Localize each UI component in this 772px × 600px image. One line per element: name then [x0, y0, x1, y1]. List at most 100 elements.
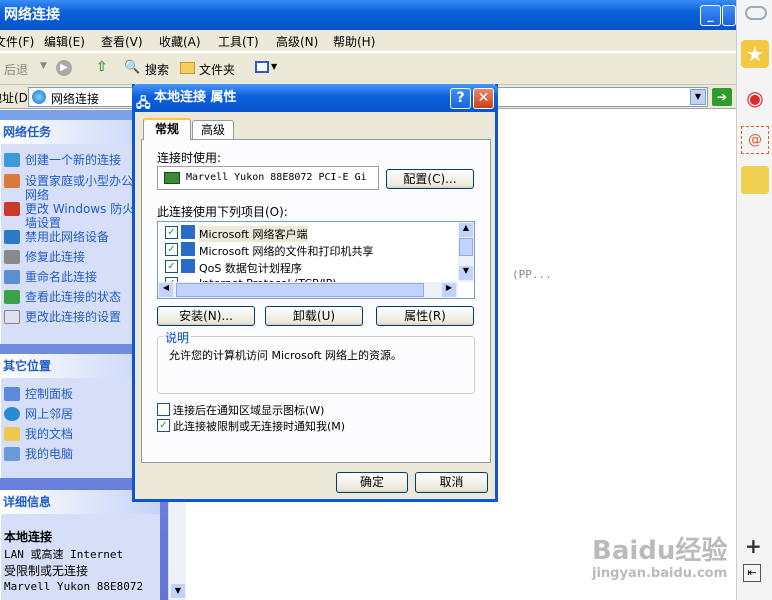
item-qos[interactable]: QoS 数据包计划程序 [199, 260, 302, 276]
go-arrow-icon[interactable]: ➔ [712, 88, 732, 106]
cloud-icon[interactable] [745, 6, 767, 20]
menu-bar: 文件(F) 编辑(E) 查看(V) 收藏(A) 工具(T) 高级(N) 帮助(H… [0, 30, 736, 52]
details-adapter: Marvell Yukon 88E8072 [4, 580, 144, 593]
task-change-settings[interactable]: 更改此连接的设置 [4, 310, 135, 324]
window-title: 网络连接 [4, 7, 60, 23]
task-view-status[interactable]: 查看此连接的状态 [4, 290, 135, 304]
show-icon-checkbox[interactable] [157, 403, 170, 416]
favorites-star-icon[interactable]: ★ [741, 40, 769, 68]
search-icon[interactable]: 🔍 [124, 60, 140, 75]
place-control-panel[interactable]: 控制面板 [4, 387, 135, 401]
folders-button[interactable]: 文件夹 [199, 61, 235, 78]
network-folder-icon [32, 90, 46, 104]
dialog-close-button[interactable]: ✕ [473, 88, 494, 109]
my-documents-icon [4, 427, 20, 441]
notify-label: 此连接被限制或无连接时通知我(M) [173, 420, 346, 433]
place-my-documents[interactable]: 我的文档 [4, 427, 135, 441]
disable-device-icon [4, 230, 20, 244]
add-button[interactable]: + [745, 534, 762, 558]
watermark-brand: Baidu经验 [592, 536, 728, 566]
menu-help[interactable]: 帮助(H) [333, 33, 375, 50]
task-repair[interactable]: 修复此连接 [4, 250, 135, 264]
description-text: 允许您的计算机访问 Microsoft 网络上的资源。 [169, 349, 403, 362]
dialog-title-bar: 🖧 本地连接 属性 ? ✕ [132, 84, 498, 112]
help-button[interactable]: ? [450, 88, 471, 109]
menu-file[interactable]: 文件(F) [0, 33, 34, 50]
network-places-icon [4, 407, 20, 421]
menu-advanced[interactable]: 高级(N) [276, 33, 318, 50]
task-firewall[interactable]: 更改 Windows 防火墙设置 [4, 202, 135, 230]
right-sidebar: ★ ◉ @ + ⇤ [736, 0, 772, 600]
place-network-neighborhood[interactable]: 网上邻居 [4, 407, 135, 421]
task-home-network[interactable]: 设置家庭或小型办公网络 [4, 174, 135, 202]
list-scroll-right-icon[interactable]: ▶ [442, 283, 456, 297]
address-dropdown-icon[interactable]: ▼ [690, 89, 706, 105]
list-scroll-down-icon[interactable]: ▼ [459, 266, 473, 280]
firewall-icon [4, 202, 20, 216]
task-disable-device[interactable]: 禁用此网络设备 [4, 230, 135, 244]
file-share-icon [181, 242, 195, 256]
tab-advanced[interactable]: 高级 [192, 120, 234, 140]
client-icon [181, 225, 195, 239]
details-status: 受限制或无连接 [4, 564, 89, 578]
status-icon [4, 290, 20, 304]
uninstall-button[interactable]: 卸载(U) [265, 306, 363, 326]
menu-tools[interactable]: 工具(T) [218, 33, 259, 50]
qos-icon [181, 259, 195, 273]
weibo-icon[interactable]: ◉ [741, 84, 769, 112]
notify-checkbox[interactable]: ✓ [157, 419, 170, 432]
search-button[interactable]: 搜索 [145, 61, 169, 78]
item-file-print-sharing[interactable]: Microsoft 网络的文件和打印机共享 [199, 243, 374, 259]
place-my-computer[interactable]: 我的电脑 [4, 447, 135, 461]
connect-using-label: 连接时使用: [157, 151, 222, 165]
back-button[interactable]: 后退 [4, 61, 28, 78]
menu-edit[interactable]: 编辑(E) [44, 33, 85, 50]
network-connection-icon: 🖧 [136, 96, 151, 111]
list-scroll-left-icon[interactable]: ◀ [159, 283, 173, 297]
new-connection-icon [4, 153, 20, 167]
scroll-down-icon[interactable]: ▼ [171, 584, 185, 598]
item-checkbox-3[interactable]: ✓ [165, 260, 178, 273]
list-hscroll[interactable]: ◀ ▶ [158, 282, 458, 298]
window-title-bar: 网络连接 _ [0, 0, 736, 30]
details-type: LAN 或高速 Internet [4, 548, 124, 561]
list-hscroll-thumb[interactable] [176, 283, 424, 297]
address-value: 网络连接 [51, 92, 100, 106]
item-checkbox-2[interactable]: ✓ [165, 243, 178, 256]
settings-icon [4, 310, 20, 324]
properties-button[interactable]: 属性(R) [376, 306, 474, 326]
views-dropdown-icon[interactable]: ▼ [271, 62, 277, 71]
menu-view[interactable]: 查看(V) [101, 33, 143, 50]
cancel-button[interactable]: 取消 [415, 472, 488, 493]
background-item-text: (PP... [512, 268, 552, 281]
list-vscroll[interactable]: ▲ ▼ [458, 222, 474, 282]
tab-general[interactable]: 常规 [143, 118, 191, 140]
task-rename[interactable]: 重命名此连接 [4, 270, 135, 284]
views-icon[interactable] [255, 61, 269, 73]
maximize-button[interactable] [722, 5, 736, 26]
back-dropdown-icon[interactable]: ▼ [40, 61, 47, 71]
configure-button[interactable]: 配置(C)... [386, 169, 474, 189]
adapter-name: Marvell Yukon 88E8072 PCI-E Gi [186, 172, 367, 183]
item-checkbox-1[interactable]: ✓ [165, 226, 178, 239]
install-button[interactable]: 安装(N)... [157, 306, 255, 326]
dialog-title: 本地连接 属性 [154, 90, 237, 105]
up-folder-icon[interactable]: ⇧ [96, 59, 108, 75]
ok-button[interactable]: 确定 [336, 472, 408, 493]
folder-icon[interactable] [180, 62, 195, 74]
list-scroll-thumb[interactable] [459, 238, 473, 256]
control-panel-icon [4, 387, 20, 401]
my-computer-icon [4, 447, 20, 461]
list-scroll-up-icon[interactable]: ▲ [459, 223, 473, 237]
minimize-button[interactable]: _ [700, 5, 721, 26]
exit-icon[interactable]: ⇤ [743, 564, 761, 582]
note-icon[interactable] [741, 166, 769, 194]
mail-icon[interactable]: @ [741, 126, 769, 154]
forward-icon[interactable]: ▶ [56, 60, 72, 76]
components-list[interactable]: ✓ Microsoft 网络客户端 ✓ Microsoft 网络的文件和打印机共… [157, 221, 475, 299]
items-label: 此连接使用下列项目(O): [157, 205, 288, 219]
toolbar: 后退 ▼ ▶ ⇧ 🔍 搜索 文件夹 ▼ [0, 53, 736, 85]
task-create-connection[interactable]: 创建一个新的连接 [4, 153, 135, 167]
menu-favorites[interactable]: 收藏(A) [159, 33, 201, 50]
item-ms-client[interactable]: Microsoft 网络客户端 [199, 226, 308, 242]
